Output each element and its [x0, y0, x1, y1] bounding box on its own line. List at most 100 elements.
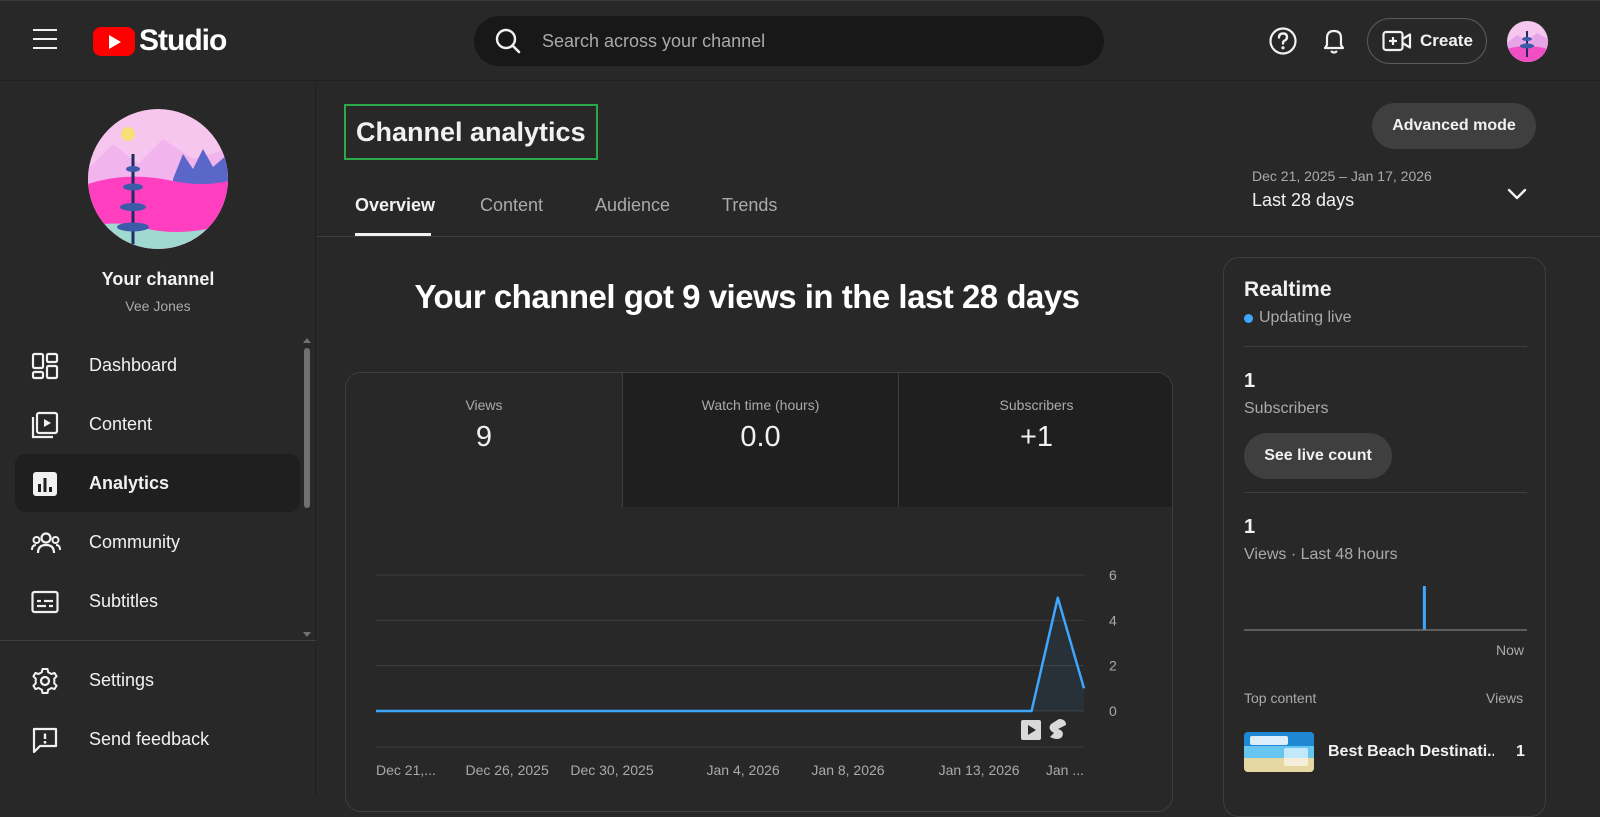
updating-live-status: Updating live: [1244, 309, 1352, 327]
sidebar-item-community[interactable]: Community: [15, 513, 300, 571]
sidebar-item-label: Community: [89, 531, 181, 552]
metric-label: Views: [465, 397, 503, 413]
search-icon[interactable]: [494, 27, 522, 55]
dashboard-icon: [31, 352, 59, 380]
subscribers-count: 1: [1244, 370, 1256, 392]
channel-avatar[interactable]: [88, 109, 228, 249]
updating-live-text: Updating live: [1259, 309, 1352, 326]
sidebar-item-label: Subtitles: [89, 590, 159, 611]
data-point[interactable]: [894, 705, 906, 717]
realtime-views-bar[interactable]: [1422, 586, 1426, 630]
studio-logo[interactable]: Studio: [93, 24, 227, 58]
sidebar-item-label: Content: [89, 413, 153, 434]
menu-icon[interactable]: [33, 29, 59, 51]
data-point[interactable]: [606, 705, 618, 717]
views-series-line: [376, 596, 1086, 713]
realtime-card: Realtime Updating live 1 Subscribers See…: [1223, 257, 1546, 817]
data-point[interactable]: [947, 705, 959, 717]
realtime-views-count: 1: [1244, 516, 1256, 538]
data-point[interactable]: [711, 705, 723, 717]
scroll-up-arrow-icon[interactable]: [303, 338, 311, 343]
realtime-divider: [1244, 346, 1527, 347]
data-point[interactable]: [1078, 682, 1090, 694]
realtime-divider: [1244, 492, 1527, 493]
sidebar-item-dashboard[interactable]: Dashboard: [15, 336, 300, 394]
data-point[interactable]: [868, 705, 880, 717]
tabs-divider: [317, 236, 1600, 237]
data-point[interactable]: [527, 705, 539, 717]
metric-watch-time[interactable]: Watch time (hours) 0.0: [622, 373, 898, 507]
data-point[interactable]: [370, 705, 382, 717]
search-input[interactable]: [542, 30, 1042, 52]
notifications-bell-icon[interactable]: [1320, 26, 1348, 61]
tab-audience[interactable]: Audience: [595, 195, 670, 216]
logo-text: Studio: [139, 24, 227, 57]
metric-value: +1: [1019, 421, 1054, 453]
sidebar-item-settings[interactable]: Settings: [15, 651, 300, 709]
content-icon: [31, 411, 59, 439]
help-icon[interactable]: [1268, 26, 1298, 61]
metric-subscribers[interactable]: Subscribers +1: [898, 373, 1172, 507]
sidebar-scrollbar[interactable]: [304, 348, 310, 508]
community-icon: [31, 529, 61, 557]
data-point[interactable]: [999, 705, 1011, 717]
data-point[interactable]: [554, 705, 566, 717]
data-point[interactable]: [658, 705, 670, 717]
tab-overview[interactable]: Overview: [355, 195, 435, 216]
see-live-count-button[interactable]: See live count: [1244, 433, 1392, 479]
shorts-icon[interactable]: [1049, 719, 1066, 739]
realtime-views-label: Views · Last 48 hours: [1244, 546, 1398, 563]
data-point[interactable]: [422, 705, 434, 717]
x-tick-label: Dec 30, 2025: [570, 762, 653, 778]
sidebar-item-label: Send feedback: [89, 728, 210, 749]
metric-value: 9: [475, 421, 493, 453]
x-tick-label: Jan 13, 2026: [939, 762, 1020, 778]
analytics-overview-card: Views 9 Watch time (hours) 0.0 Subscribe…: [345, 372, 1173, 812]
top-content-title[interactable]: Best Beach Destinati...: [1328, 743, 1494, 761]
metric-label: Watch time (hours): [701, 397, 820, 413]
account-avatar[interactable]: [1507, 21, 1548, 62]
data-point[interactable]: [396, 705, 408, 717]
metric-views[interactable]: Views 9: [346, 373, 622, 507]
sidebar-item-analytics[interactable]: Analytics: [15, 454, 300, 512]
sidebar-item-label: Analytics: [89, 472, 170, 493]
page-title: Channel analytics: [344, 104, 598, 160]
tab-content[interactable]: Content: [480, 195, 543, 216]
now-label: Now: [1496, 642, 1525, 658]
date-range-text[interactable]: Dec 21, 2025 – Jan 17, 2026: [1252, 168, 1432, 184]
scroll-down-arrow-icon[interactable]: [303, 632, 311, 637]
video-thumbnail[interactable]: [1244, 732, 1314, 772]
top-content-label: Top content: [1244, 690, 1317, 706]
data-point[interactable]: [790, 705, 802, 717]
create-button[interactable]: Create: [1367, 18, 1487, 64]
data-point[interactable]: [475, 705, 487, 717]
data-point[interactable]: [921, 705, 933, 717]
data-point[interactable]: [501, 705, 513, 717]
sidebar-item-content[interactable]: Content: [15, 395, 300, 453]
tab-trends[interactable]: Trends: [722, 195, 777, 216]
data-point[interactable]: [816, 705, 828, 717]
top-content-views: 1: [1516, 743, 1525, 760]
y-tick-label: 4: [1109, 612, 1117, 628]
data-point[interactable]: [580, 705, 592, 717]
sidebar-item-subtitles[interactable]: Subtitles: [15, 572, 300, 630]
date-range-label[interactable]: Last 28 days: [1252, 190, 1354, 211]
data-point[interactable]: [632, 705, 644, 717]
data-point[interactable]: [1026, 705, 1038, 717]
subscribers-label: Subscribers: [1244, 400, 1329, 417]
data-point[interactable]: [1052, 592, 1064, 604]
data-point[interactable]: [737, 705, 749, 717]
video-camera-plus-icon: [1382, 30, 1412, 52]
chevron-down-icon[interactable]: [1506, 183, 1528, 210]
data-point[interactable]: [449, 705, 461, 717]
advanced-mode-button[interactable]: Advanced mode: [1372, 103, 1536, 149]
metric-value: 0.0: [740, 421, 781, 453]
sidebar-item-send-feedback[interactable]: Send feedback: [15, 710, 300, 768]
data-point[interactable]: [842, 705, 854, 717]
search-bar[interactable]: [474, 16, 1104, 66]
data-point[interactable]: [763, 705, 775, 717]
views-line-chart: 0 2 4 6 Dec 21,... Dec 26, 2025 Dec 30, 2025 J…: [370, 567, 1117, 778]
data-point[interactable]: [685, 705, 697, 717]
views-area-fill: [376, 597, 1084, 711]
data-point[interactable]: [973, 705, 985, 717]
